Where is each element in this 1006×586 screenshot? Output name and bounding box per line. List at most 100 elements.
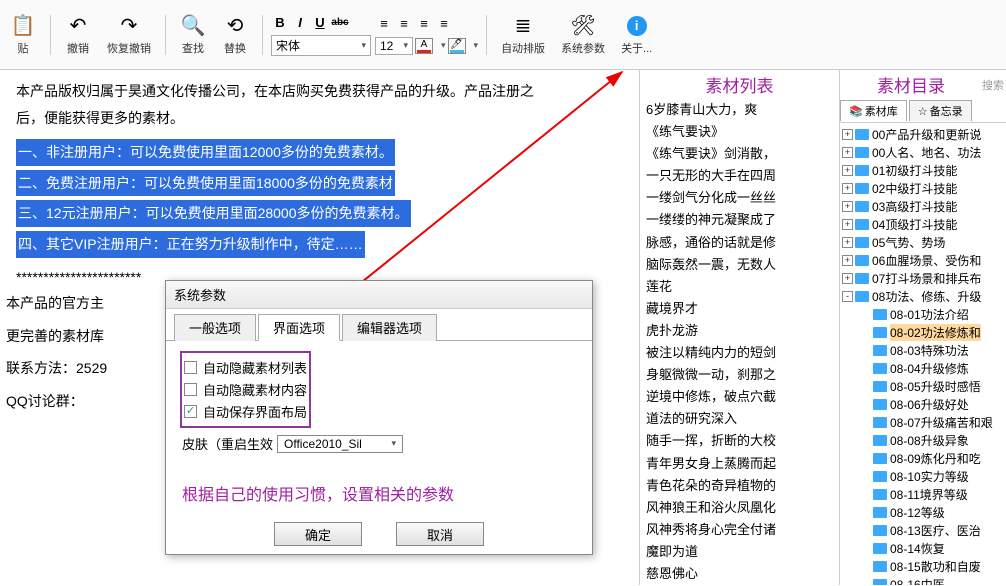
dialog-hint: 根据自己的使用习惯，设置相关的参数 xyxy=(182,481,578,505)
list-item[interactable]: 莲花 xyxy=(646,276,833,298)
paste-button[interactable]: 📋贴 xyxy=(4,10,42,60)
auto-layout-button[interactable]: ≣自动排版 xyxy=(495,10,551,60)
font-color-button[interactable]: A xyxy=(415,38,433,54)
list-item[interactable]: 魔即为道 xyxy=(646,541,833,563)
tree-node[interactable]: 08-06升级好处 xyxy=(840,395,1006,413)
search-placeholder[interactable]: 搜索 xyxy=(982,77,1006,93)
tree-node[interactable]: 08-02功法修炼和 xyxy=(840,323,1006,341)
checkbox-hide-list[interactable] xyxy=(184,361,197,374)
list-item[interactable]: 青年男女身上蒸腾而起 xyxy=(646,453,833,475)
cancel-button[interactable]: 取消 xyxy=(396,522,484,546)
align-center-button[interactable]: ≡ xyxy=(395,15,413,33)
tab-ui[interactable]: 界面选项 xyxy=(258,314,340,341)
bold-button[interactable]: B xyxy=(271,13,289,31)
expand-icon[interactable]: + xyxy=(842,255,853,266)
expand-icon[interactable]: + xyxy=(842,129,853,140)
tree-node[interactable]: +05气势、势场 xyxy=(840,233,1006,251)
font-size-select[interactable]: 12▾ xyxy=(375,37,413,55)
tree-node[interactable]: 08-01功法介绍 xyxy=(840,305,1006,323)
list-item[interactable]: 藏境界才 xyxy=(646,298,833,320)
checkbox-hide-content[interactable] xyxy=(184,383,197,396)
tab-general[interactable]: 一般选项 xyxy=(174,314,256,341)
tree-node[interactable]: +02中级打斗技能 xyxy=(840,179,1006,197)
ok-button[interactable]: 确定 xyxy=(274,522,362,546)
expand-icon[interactable]: + xyxy=(842,183,853,194)
doc-text: 后，便能获得更多的素材。 xyxy=(16,105,623,132)
tree-node[interactable]: 08-15散功和自废 xyxy=(840,557,1006,575)
tab-library[interactable]: 📚素材库 xyxy=(840,100,907,121)
sys-params-button[interactable]: 🛠系统参数 xyxy=(555,10,611,60)
expand-icon[interactable]: + xyxy=(842,273,853,284)
tree-label: 08-12等级 xyxy=(890,504,945,521)
list-item[interactable]: 《练气要诀》 xyxy=(646,121,833,143)
tree-node[interactable]: +00人名、地名、功法 xyxy=(840,143,1006,161)
tree-node[interactable]: +04顶级打斗技能 xyxy=(840,215,1006,233)
collapse-icon[interactable]: - xyxy=(842,291,853,302)
tree-node[interactable]: +01初级打斗技能 xyxy=(840,161,1006,179)
list-item[interactable]: 一缕缕的神元凝聚成了 xyxy=(646,209,833,231)
tab-memo[interactable]: ☆备忘录 xyxy=(909,100,972,121)
tree-node[interactable]: 08-11境界等级 xyxy=(840,485,1006,503)
material-list-title: 素材列表 xyxy=(640,70,839,99)
replace-button[interactable]: ⟲替换 xyxy=(216,10,254,60)
list-item[interactable]: 慈恩佛心 xyxy=(646,563,833,579)
align-justify-button[interactable]: ≡ xyxy=(435,15,453,33)
tree-node[interactable]: +00产品升级和更新说 xyxy=(840,125,1006,143)
tree-node[interactable]: 08-04升级修炼 xyxy=(840,359,1006,377)
list-item[interactable]: 一缕剑气分化成一丝丝 xyxy=(646,187,833,209)
list-item[interactable]: 身躯微微一动，刹那之 xyxy=(646,364,833,386)
tree-node[interactable]: +03高级打斗技能 xyxy=(840,197,1006,215)
italic-button[interactable]: I xyxy=(291,13,309,31)
tree-body[interactable]: +00产品升级和更新说+00人名、地名、功法+01初级打斗技能+02中级打斗技能… xyxy=(840,123,1006,585)
highlight-button[interactable]: 🖊 xyxy=(448,38,466,54)
tree-node[interactable]: 08-13医疗、医治 xyxy=(840,521,1006,539)
expand-icon[interactable]: + xyxy=(842,201,853,212)
redo-button[interactable]: ↷恢复撤销 xyxy=(101,10,157,60)
about-button[interactable]: i关于... xyxy=(615,10,658,60)
expand-icon[interactable]: + xyxy=(842,237,853,248)
tree-node[interactable]: 08-16中医 xyxy=(840,575,1006,585)
tree-node[interactable]: 08-12等级 xyxy=(840,503,1006,521)
list-item[interactable]: 逆境中修炼，破点穴截 xyxy=(646,386,833,408)
tab-editor[interactable]: 编辑器选项 xyxy=(342,314,437,341)
tree-node[interactable]: 08-10实力等级 xyxy=(840,467,1006,485)
list-item[interactable]: 风神狼王和浴火凤凰化 xyxy=(646,497,833,519)
tree-node[interactable]: 08-03特殊功法 xyxy=(840,341,1006,359)
tree-node[interactable]: 08-05升级时感悟 xyxy=(840,377,1006,395)
list-item[interactable]: 脉感，通俗的话就是修 xyxy=(646,232,833,254)
expand-icon[interactable]: + xyxy=(842,165,853,176)
expand-icon[interactable]: + xyxy=(842,219,853,230)
material-list[interactable]: 6岁膝青山大力，爽 《练气要诀》 《练气要诀》剑消散，一只无形的大手在四周一缕剑… xyxy=(640,99,839,579)
align-right-button[interactable]: ≡ xyxy=(415,15,433,33)
undo-button[interactable]: ↶撤销 xyxy=(59,10,97,60)
list-item[interactable]: 脑际轰然一震，无数人 xyxy=(646,254,833,276)
tree-node[interactable]: 08-07升级痛苦和艰 xyxy=(840,413,1006,431)
list-item[interactable]: 虎扑龙游 xyxy=(646,320,833,342)
list-item[interactable]: 道法的研究深入 xyxy=(646,408,833,430)
tree-node[interactable]: -08功法、修练、升级 xyxy=(840,287,1006,305)
list-item[interactable]: 风神秀将身心完全付诸 xyxy=(646,519,833,541)
tree-node[interactable]: 08-08升级异象 xyxy=(840,431,1006,449)
highlight-drop[interactable]: ▾ xyxy=(468,40,479,51)
list-item[interactable]: 《练气要诀》剑消散， xyxy=(646,143,833,165)
tree-label: 08-01功法介绍 xyxy=(890,306,969,323)
checkbox-save-layout[interactable] xyxy=(184,405,197,418)
list-item[interactable]: 随手一挥，折断的大校 xyxy=(646,430,833,452)
underline-button[interactable]: U xyxy=(311,13,329,31)
tree-node[interactable]: 08-09炼化丹和吃 xyxy=(840,449,1006,467)
align-left-button[interactable]: ≡ xyxy=(375,15,393,33)
font-color-drop[interactable]: ▾ xyxy=(435,40,446,51)
tree-node[interactable]: +07打斗场景和排兵布 xyxy=(840,269,1006,287)
strike-button[interactable]: abc xyxy=(331,13,349,31)
tree-label: 06血腥场景、受伤和 xyxy=(872,252,981,269)
tree-node[interactable]: +06血腥场景、受伤和 xyxy=(840,251,1006,269)
list-item[interactable]: 一只无形的大手在四周 xyxy=(646,165,833,187)
expand-icon[interactable]: + xyxy=(842,147,853,158)
list-item[interactable]: 6岁膝青山大力，爽 xyxy=(646,99,833,121)
font-name-select[interactable]: 宋体▾ xyxy=(271,35,371,56)
skin-select[interactable]: Office2010_Sil▾ xyxy=(277,435,403,453)
list-item[interactable]: 青色花朵的奇异植物的 xyxy=(646,475,833,497)
list-item[interactable]: 被注以精纯内力的短剑 xyxy=(646,342,833,364)
find-button[interactable]: 🔍查找 xyxy=(174,10,212,60)
tree-node[interactable]: 08-14恢复 xyxy=(840,539,1006,557)
